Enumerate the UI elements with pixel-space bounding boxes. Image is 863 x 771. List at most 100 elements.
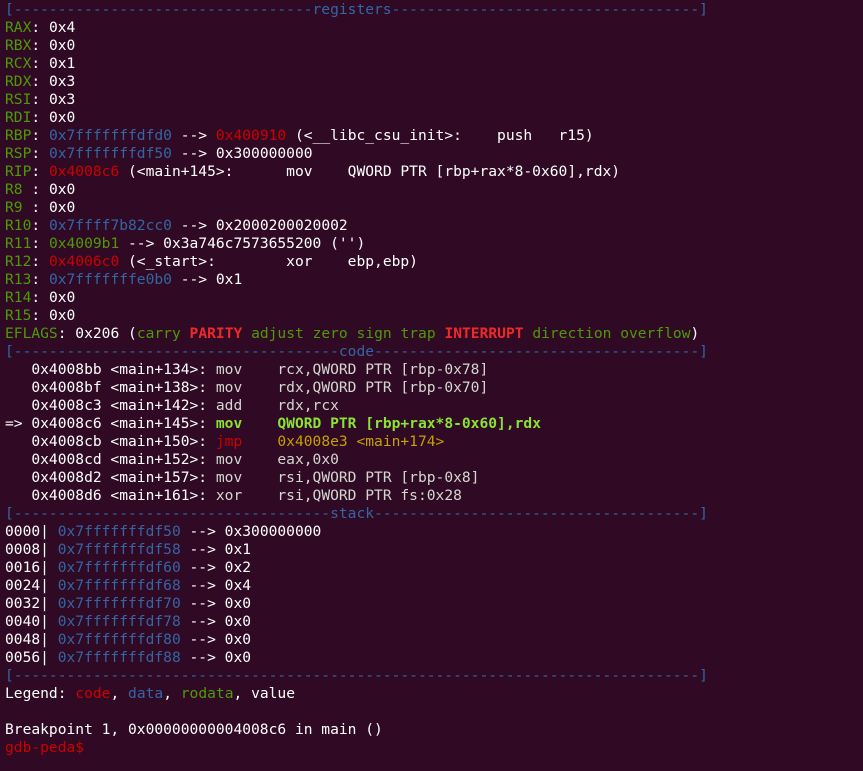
code-prefix [5,433,31,450]
stack-offset: 0048| [5,631,58,648]
end-banner: [---------------------------------------… [5,667,708,684]
stack-offset: 0008| [5,541,58,558]
prompt-line[interactable]: gdb-peda$ [5,739,863,757]
register-name: RAX [5,19,32,36]
stack-banner: [------------------------------------sta… [5,505,708,522]
flag-sign: sign [356,325,392,342]
code-prefix [5,379,31,396]
stack-value: 0x300000000 [224,523,322,540]
stack-address: 0x7fffffffdf70 [57,595,181,612]
code-opcode: mov [207,415,278,432]
register-name: RSI [5,91,32,108]
register-name: RBX [5,37,32,54]
stack-row: 0032| 0x7fffffffdf70 --> 0x0 [5,595,863,613]
legend-label: Legend: [5,685,76,702]
legend-code: code [75,685,111,702]
code-operands: rdx,QWORD PTR [rbp-0x70] [277,379,489,396]
code-line: 0x4008cd <main+152>: mov eax,0x0 [5,451,863,469]
code-operands: rsi,QWORD PTR fs:0x28 [277,487,462,504]
code-line: 0x4008cb <main+150>: jmp 0x4008e3 <main+… [5,433,863,451]
code-prefix [5,397,31,414]
code-line: 0x4008d2 <main+157>: mov rsi,QWORD PTR [… [5,469,863,487]
gdb-prompt: gdb-peda$ [5,739,93,756]
code-address: 0x4008c3 <main+142>: [31,397,208,414]
code-operands: rdx,rcx [277,397,339,414]
register-r11: R11: 0x4009b1 --> 0x3a746c7573655200 (''… [5,235,366,252]
stack-offset: 0000| [5,523,58,540]
register-eflags: EFLAGS: 0x206 (carry PARITY adjust zero … [5,325,700,342]
register-value: 0x1 [48,55,76,72]
code-opcode: jmp [207,433,278,450]
register-r8: R8 : 0x0 [5,181,76,198]
stack-arrow: --> [180,631,225,648]
code-line: 0x4008c3 <main+142>: add rdx,rcx [5,397,863,415]
flag-adjust: adjust [251,325,304,342]
register-r9: R9 : 0x0 [5,199,76,216]
stack-offset: 0024| [5,577,58,594]
legend: Legend: code, data, rodata, value [5,685,295,702]
code-address: 0x4008d2 <main+157>: [31,469,208,486]
register-sep: : [31,55,49,72]
code-address: 0x4008bf <main+138>: [31,379,208,396]
stack-row: 0000| 0x7fffffffdf50 --> 0x300000000 [5,523,863,541]
flag-direction: direction [532,325,612,342]
register-value: 0x0 [48,109,76,126]
register-rbp: RBP: 0x7fffffffdfd0 --> 0x400910 (<__lib… [5,127,594,144]
terminal[interactable]: [----------------------------------regis… [0,0,863,757]
register-r15: R15: 0x0 [5,307,76,324]
code-prefix [5,451,31,468]
stack-arrow: --> [180,541,225,558]
current-instruction: => 0x4008c6 <main+145>: mov QWORD PTR [r… [5,415,863,433]
code-address: 0x4008bb <main+134>: [31,361,208,378]
code-opcode: mov [207,361,278,378]
flag-zero: zero [312,325,348,342]
eflags-flags: carry PARITY adjust zero sign trap INTER… [137,325,691,342]
legend-data: data [128,685,164,702]
stack-row: 0048| 0x7fffffffdf80 --> 0x0 [5,631,863,649]
disassembly: 0x4008bb <main+134>: mov rcx,QWORD PTR [… [5,361,863,505]
register-sep: : [31,109,49,126]
code-operands: 0x4008e3 <main+174> [277,433,445,450]
register-value: 0x3 [48,73,76,90]
stack-arrow: --> [180,649,225,666]
code-line: 0x4008bb <main+134>: mov rcx,QWORD PTR [… [5,361,863,379]
stack-arrow: --> [180,577,225,594]
stack-view: 0000| 0x7fffffffdf50 --> 0x300000000 0008… [5,523,863,667]
register-r12: R12: 0x4006c0 (<_start>: xor ebp,ebp) [5,253,418,270]
code-prefix [5,469,31,486]
legend-rodata: rodata [180,685,234,702]
stack-value: 0x0 [224,649,252,666]
stack-value: 0x4 [224,577,252,594]
code-address: 0x4008c6 <main+145>: [31,415,208,432]
register-rsi: RSI: 0x3 [5,91,863,109]
stack-value: 0x0 [224,613,252,630]
code-address: 0x4008d6 <main+161>: [31,487,208,504]
stack-value: 0x0 [224,595,252,612]
legend-value: value [251,685,295,702]
code-operands: rcx,QWORD PTR [rbp-0x78] [277,361,489,378]
register-sep: : [31,73,49,90]
code-line: 0x4008bf <main+138>: mov rdx,QWORD PTR [… [5,379,863,397]
code-address: 0x4008cb <main+150>: [31,433,208,450]
code-address: 0x4008cd <main+152>: [31,451,208,468]
register-rdi: RDI: 0x0 [5,109,863,127]
stack-address: 0x7fffffffdf78 [57,613,181,630]
code-operands: rsi,QWORD PTR [rbp-0x8] [277,469,480,486]
stack-offset: 0016| [5,559,58,576]
stack-address: 0x7fffffffdf58 [57,541,181,558]
stack-offset: 0056| [5,649,58,666]
code-opcode: mov [207,469,278,486]
stack-row: 0056| 0x7fffffffdf88 --> 0x0 [5,649,863,667]
stack-row: 0040| 0x7fffffffdf78 --> 0x0 [5,613,863,631]
stack-arrow: --> [180,559,225,576]
register-rbx: RBX: 0x0 [5,37,863,55]
register-rcx: RCX: 0x1 [5,55,863,73]
code-banner: [-------------------------------------co… [5,343,708,360]
stack-arrow: --> [180,613,225,630]
stack-value: 0x0 [224,631,252,648]
code-opcode: add [207,397,278,414]
register-rax: RAX: 0x4 [5,19,863,37]
code-prefix [5,487,31,504]
flag-overflow: overflow [620,325,691,342]
